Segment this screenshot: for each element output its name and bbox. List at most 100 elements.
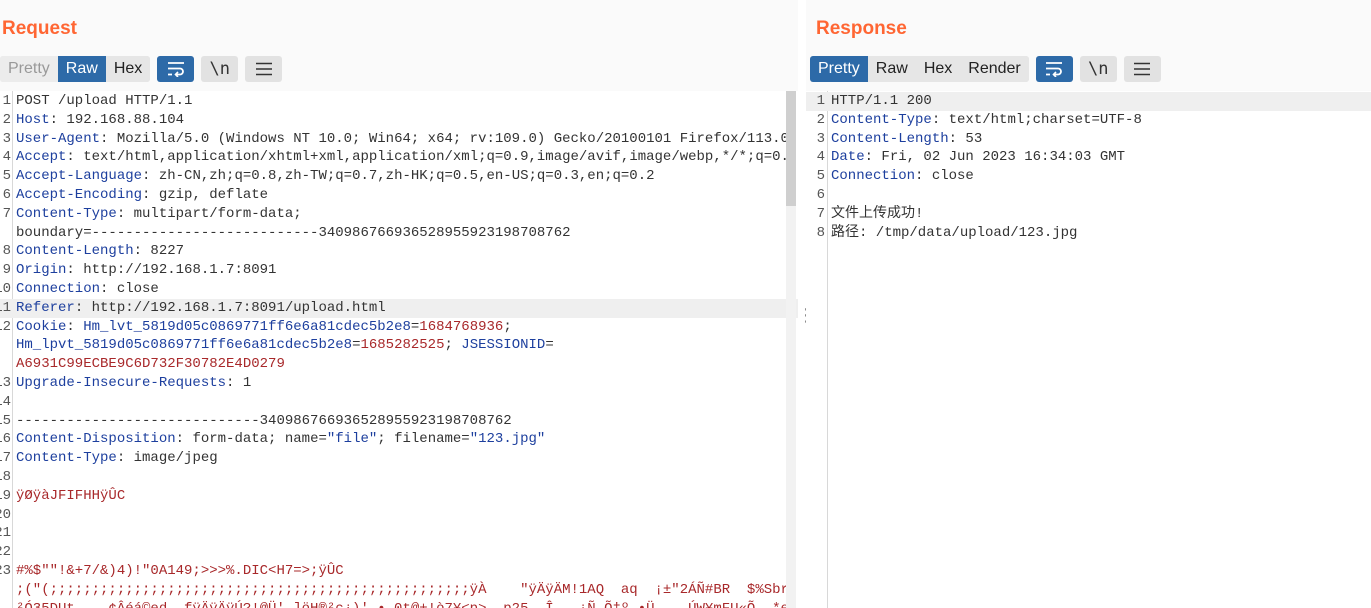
request-line[interactable]: 9 Origin: http://192.168.1.7:8091 — [0, 261, 798, 280]
response-line[interactable]: 4 Date: Fri, 02 Jun 2023 16:34:03 GMT — [806, 148, 1371, 167]
response-line[interactable]: 5 Connection: close — [806, 167, 1371, 186]
response-line[interactable]: 8 路径: /tmp/data/upload/123.jpg — [806, 224, 1371, 243]
request-line[interactable]: 5 Accept-Language: zh-CN,zh;q=0.8,zh-TW;q… — [0, 167, 798, 186]
line-segment: : text/html;charset=UTF-8 — [931, 111, 1142, 128]
header-name: Connection — [831, 168, 916, 185]
request-line[interactable]: 13 Upgrade-Insecure-Requests: 1 — [0, 374, 798, 393]
request-line-number: 4 — [2, 149, 11, 166]
request-line[interactable]: Hm_lpvt_5819d05c0869771ff6e6a81cdec5b2e8… — [0, 336, 798, 355]
request-line-text: Host: 192.168.88.104 — [16, 111, 786, 130]
line-segment: Hm_lvt_5819d05c0869771ff6e6a81cdec5b2e8 — [83, 318, 411, 335]
line-segment: Hm_lpvt_5819d05c0869771ff6e6a81cdec5b2e8 — [16, 337, 353, 354]
line-segment: : Fri, 02 Jun 2023 16:34:03 GMT — [864, 149, 1126, 166]
line-segment: : text/html,application/xhtml+xml,applic… — [66, 149, 786, 166]
header-name: Connection — [16, 280, 101, 297]
request-line-text: Accept-Language: zh-CN,zh;q=0.8,zh-TW;q=… — [16, 167, 786, 186]
response-line-text: Content-Type: text/html;charset=UTF-8 — [831, 111, 1366, 130]
request-line[interactable]: 4 Accept: text/html,application/xhtml+xml… — [0, 148, 798, 167]
request-editor[interactable]: 1 POST /upload HTTP/1.1 2 Host: 192.168.88.… — [0, 91, 798, 608]
header-name: Upgrade-Insecure-Requests — [16, 374, 227, 391]
request-wrap-button[interactable] — [157, 56, 195, 82]
request-line[interactable]: 22 — [0, 543, 798, 562]
response-line[interactable]: 3 Content-Length: 53 — [806, 130, 1371, 149]
request-line[interactable]: 12 Cookie: Hm_lvt_5819d05c0869771ff6e6a81… — [0, 318, 798, 337]
header-name: Accept-Language — [16, 168, 143, 185]
request-line[interactable]: 15 -----------------------------340986766… — [0, 412, 798, 431]
pane-divider[interactable] — [798, 0, 806, 608]
request-line-text: #%$""!&+7/&)4)!"0A149;>>>%.DIC<H7=>;ÿÛC — [16, 562, 786, 581]
response-line[interactable]: 7 文件上传成功! — [806, 205, 1371, 224]
line-segment: -----------------------------34098676693… — [16, 412, 512, 429]
line-segment: : multipart/form-data; — [116, 205, 302, 222]
request-line-text: Content-Disposition: form-data; name="fi… — [16, 430, 786, 449]
request-line-number: 2 — [2, 111, 11, 128]
request-line-number: 14 — [0, 393, 11, 410]
response-view-tabs: Pretty Raw Hex Render — [810, 56, 1029, 82]
line-segment: 路径: /tmp/data/upload/123.jpg — [831, 224, 1078, 241]
request-line-text: Accept-Encoding: gzip, deflate — [16, 186, 786, 205]
request-line[interactable]: 7 Content-Type: multipart/form-data; — [0, 205, 798, 224]
request-line[interactable]: 11 Referer: http://192.168.1.7:8091/uploa… — [0, 298, 798, 318]
response-line[interactable]: 1 HTTP/1.1 200 — [806, 92, 1371, 111]
request-line-number: 11 — [0, 299, 11, 316]
response-pane: Response Pretty Raw Hex Render \n 1 HTTP/… — [806, 0, 1371, 608]
line-segment: boundary=---------------------------3409… — [16, 224, 571, 241]
response-tab-pretty[interactable]: Pretty — [810, 56, 868, 82]
response-tab-hex[interactable]: Hex — [915, 56, 961, 82]
request-line-number: 9 — [2, 262, 11, 279]
request-line[interactable]: A6931C99ECBE9C6D732F30782E4D0279 — [0, 355, 798, 374]
line-segment: JSESSIONID — [461, 337, 546, 354]
response-newline-button[interactable]: \n — [1079, 56, 1117, 82]
header-name: Referer — [16, 299, 75, 316]
request-newline-button[interactable]: \n — [201, 56, 239, 82]
request-line[interactable]: 6 Accept-Encoding: gzip, deflate — [0, 186, 798, 205]
request-line[interactable]: 23 #%$""!&+7/&)4)!"0A149;>>>%.DIC<H7=>;ÿÛ… — [0, 562, 798, 581]
response-line-text: Content-Length: 53 — [831, 130, 1366, 149]
request-line[interactable]: 3 User-Agent: Mozilla/5.0 (Windows NT 10.… — [0, 130, 798, 149]
request-tab-raw[interactable]: Raw — [57, 56, 106, 82]
line-segment: : 192.168.88.104 — [49, 111, 185, 128]
request-line-number: 17 — [0, 450, 11, 467]
response-line-number: 5 — [816, 168, 825, 185]
line-segment: : image/jpeg — [116, 450, 218, 467]
drag-handle-icon[interactable]: ⋮ — [797, 307, 815, 325]
request-line-number: 12 — [0, 318, 11, 335]
line-segment: ;("(;;;;;;;;;;;;;;;;;;;;;;;;;;;;;;;;;;;;… — [16, 581, 786, 598]
response-line[interactable]: 2 Content-Type: text/html;charset=UTF-8 — [806, 111, 1371, 130]
wrap-icon — [1046, 62, 1063, 77]
request-line[interactable]: ²Ó35DUt ¢Âéá©ed fÿÄÿÄÿÚ?!@Ü' ]öH®²ç¿)' •… — [0, 600, 798, 608]
request-line[interactable]: ;("(;;;;;;;;;;;;;;;;;;;;;;;;;;;;;;;;;;;;… — [0, 581, 798, 600]
response-tab-raw[interactable]: Raw — [867, 56, 916, 82]
request-line[interactable]: 18 — [0, 468, 798, 487]
request-tab-pretty[interactable]: Pretty — [0, 56, 58, 82]
line-segment: ; — [444, 337, 462, 354]
request-line[interactable]: 21 — [0, 524, 798, 543]
request-line-text: Origin: http://192.168.1.7:8091 — [16, 261, 786, 280]
response-line[interactable]: 6 — [806, 186, 1371, 205]
response-menu-button[interactable] — [1123, 56, 1161, 82]
request-line-number: 15 — [0, 412, 11, 429]
request-line[interactable]: 20 — [0, 506, 798, 525]
response-editor[interactable]: 1 HTTP/1.1 200 2 Content-Type: text/html;ch… — [806, 91, 1371, 608]
request-line[interactable]: 17 Content-Type: image/jpeg — [0, 449, 798, 468]
request-scrollbar-thumb[interactable] — [786, 91, 796, 206]
header-name: Content-Disposition — [16, 431, 176, 448]
request-line[interactable]: 19 ÿØÿàJFIFHHÿÛC — [0, 487, 798, 506]
request-line[interactable]: 8 Content-Length: 8227 — [0, 242, 798, 261]
request-tab-hex[interactable]: Hex — [105, 56, 151, 82]
response-line-number: 7 — [816, 205, 825, 222]
request-line[interactable]: boundary=---------------------------3409… — [0, 224, 798, 243]
line-segment: POST /upload HTTP/1.1 — [16, 93, 193, 109]
request-menu-button[interactable] — [245, 56, 283, 82]
request-line[interactable]: 16Content-Disposition: form-data; name="… — [0, 430, 798, 449]
response-line-number: 4 — [816, 149, 825, 166]
request-line[interactable]: 10 Connection: close — [0, 280, 798, 299]
request-line[interactable]: 2 Host: 192.168.88.104 — [0, 111, 798, 130]
newline-icon: \n — [209, 59, 230, 79]
response-wrap-button[interactable] — [1035, 56, 1073, 82]
response-line-text: Date: Fri, 02 Jun 2023 16:34:03 GMT — [831, 148, 1366, 167]
request-line[interactable]: 1 POST /upload HTTP/1.1 — [0, 92, 798, 111]
response-toolbar: Pretty Raw Hex Render \n — [810, 56, 1161, 82]
response-tab-render[interactable]: Render — [960, 56, 1029, 82]
request-line[interactable]: 14 — [0, 393, 798, 412]
